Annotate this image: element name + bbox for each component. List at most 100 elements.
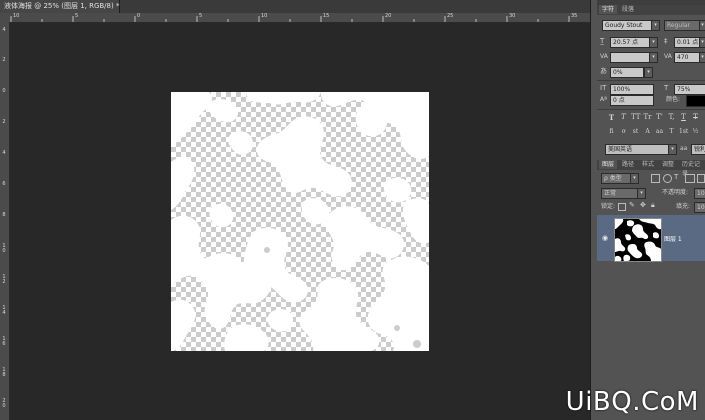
language-select[interactable]: 美国英语 bbox=[605, 144, 669, 155]
faux-italic-button[interactable]: T bbox=[619, 113, 628, 122]
superscript-button[interactable]: T' bbox=[655, 113, 664, 122]
document-tab-title: 液体海报 @ 25% (图层 1, RGB/8) * bbox=[4, 2, 120, 10]
chevron-down-icon[interactable]: ▾ bbox=[651, 20, 660, 31]
kerning-field[interactable] bbox=[610, 52, 650, 63]
fill-label: 填充: bbox=[676, 203, 691, 210]
ruler-tick-label: 1 8 bbox=[2, 367, 6, 378]
baseline-shift-field[interactable]: 0 点 bbox=[610, 95, 654, 106]
chevron-down-icon[interactable]: ▾ bbox=[644, 67, 653, 78]
chevron-down-icon[interactable]: ▾ bbox=[699, 52, 705, 63]
chevron-down-icon[interactable]: ▾ bbox=[668, 144, 677, 155]
layer-filter-select[interactable]: ρ 类型 bbox=[601, 173, 631, 184]
font-family-select[interactable]: Goudy Stout bbox=[602, 20, 654, 31]
ruler-origin[interactable] bbox=[0, 13, 9, 22]
document-tab[interactable]: 液体海报 @ 25% (图层 1, RGB/8) * × bbox=[0, 0, 131, 13]
font-size-icon: T̲ bbox=[600, 37, 605, 45]
antialias-select[interactable]: 锐利 bbox=[691, 144, 705, 155]
lock-move-icon[interactable]: ✥ bbox=[640, 201, 646, 210]
leading-icon: ‡ bbox=[664, 37, 668, 45]
stylistic-alternates-button[interactable]: aa bbox=[655, 127, 664, 136]
type-filter-icon[interactable]: T bbox=[674, 173, 678, 182]
ordinals-button[interactable]: 1st bbox=[679, 127, 688, 136]
layers-panel-tabs: 图层 路径 样式 调整 历史记录 bbox=[597, 160, 705, 177]
chevron-down-icon[interactable]: ▾ bbox=[649, 37, 658, 48]
ruler-tick-label: 4 bbox=[2, 27, 6, 33]
watermark-logo: UiBQ.CoM bbox=[565, 387, 699, 417]
vertical-scale-icon: IT bbox=[600, 84, 607, 92]
color-label: 颜色: bbox=[666, 96, 681, 103]
layer-name[interactable]: 图层 1 bbox=[664, 235, 682, 244]
ruler-tick-label: 1 4 bbox=[2, 305, 6, 316]
text-color-swatch[interactable] bbox=[686, 95, 705, 107]
ruler-tick-label: 2 0 bbox=[2, 398, 6, 409]
opacity-label: 不透明度: bbox=[662, 189, 689, 196]
lock-transparency-icon[interactable] bbox=[618, 203, 626, 211]
tab-adjustments[interactable]: 调整 bbox=[659, 160, 677, 169]
baseline-shift-icon: Aª bbox=[600, 96, 607, 103]
chevron-down-icon[interactable]: ▾ bbox=[699, 37, 705, 48]
divider bbox=[597, 109, 705, 110]
fractions-button[interactable]: ½ bbox=[691, 127, 700, 136]
old-style-button[interactable]: ơ bbox=[619, 127, 628, 136]
chevron-down-icon[interactable]: ▾ bbox=[630, 173, 639, 184]
ruler-tick-label: 0 bbox=[2, 88, 6, 94]
font-style-select[interactable]: Regular bbox=[664, 20, 702, 31]
antialias-icon: aa bbox=[680, 145, 688, 152]
font-size-field[interactable]: 20.57 点 bbox=[610, 37, 650, 48]
tracking-icon: VA bbox=[664, 53, 672, 60]
titling-alternates-button[interactable]: T bbox=[667, 127, 676, 136]
ruler-tick-label: 2 bbox=[2, 119, 6, 125]
small-caps-button[interactable]: Tr bbox=[643, 113, 652, 122]
tab-layers[interactable]: 图层 bbox=[599, 160, 618, 169]
vertical-ruler[interactable]: 4 2 0 2 4 6 8 1 0 1 2 1 4 1 6 1 8 2 0 bbox=[0, 22, 10, 420]
chevron-down-icon[interactable]: ▾ bbox=[649, 52, 658, 63]
adjustment-filter-icon[interactable] bbox=[663, 174, 672, 183]
layer-filter-kind: 类型 bbox=[609, 175, 622, 182]
tab-history[interactable]: 历史记录 bbox=[679, 160, 705, 177]
swash-button[interactable]: A bbox=[643, 127, 652, 136]
ruler-tick-label: 2 bbox=[2, 57, 6, 63]
faux-bold-button[interactable]: T bbox=[607, 113, 616, 122]
chevron-down-icon[interactable]: ▾ bbox=[637, 188, 646, 199]
vertical-scale-field[interactable]: 100% bbox=[610, 84, 654, 95]
discretionary-ligatures-button[interactable]: st bbox=[631, 127, 640, 136]
shape-filter-icon[interactable] bbox=[685, 174, 695, 183]
ruler-tick-label: 4 bbox=[2, 150, 6, 156]
layer-thumbnail[interactable] bbox=[614, 218, 662, 262]
image-filter-icon[interactable] bbox=[651, 174, 660, 183]
underline-button[interactable]: T bbox=[679, 113, 688, 122]
ruler-tick-label: 1 2 bbox=[2, 274, 6, 285]
leading-field[interactable]: 0.01 点 bbox=[674, 37, 702, 48]
ruler-ticks bbox=[10, 16, 570, 22]
layer-thumbnail-preview bbox=[615, 219, 661, 261]
opacity-field[interactable]: 100 bbox=[694, 188, 705, 199]
smart-object-filter-icon[interactable] bbox=[697, 174, 705, 183]
document-canvas[interactable] bbox=[171, 92, 429, 351]
eye-icon[interactable]: ◉ bbox=[602, 234, 608, 243]
ruler-tick-label: 6 bbox=[2, 181, 6, 187]
ruler-tick-label: 1 0 bbox=[2, 243, 6, 254]
all-caps-button[interactable]: TT bbox=[631, 113, 640, 122]
horizontal-scale-icon: T bbox=[664, 84, 669, 92]
fill-field[interactable]: 100 bbox=[694, 202, 705, 213]
tsume-field[interactable]: 0% bbox=[610, 67, 644, 78]
tab-strip bbox=[120, 0, 590, 13]
subscript-button[interactable]: T, bbox=[667, 113, 676, 122]
liquid-blobs bbox=[171, 92, 429, 351]
chevron-down-icon[interactable]: ▾ bbox=[699, 20, 705, 31]
character-panel-tabs: 字符 段落 bbox=[597, 5, 705, 15]
lock-label: 锁定: bbox=[601, 203, 616, 210]
horizontal-ruler[interactable]: 10 5 0 5 10 15 20 25 30 35 bbox=[9, 13, 590, 23]
strikethrough-button[interactable]: T bbox=[691, 113, 700, 122]
ligatures-button[interactable]: fi bbox=[607, 127, 616, 136]
tab-character[interactable]: 字符 bbox=[599, 5, 618, 14]
lock-all-icon[interactable]: 🔒︎ bbox=[651, 201, 655, 210]
tab-paths[interactable]: 路径 bbox=[619, 160, 637, 169]
tracking-field[interactable]: 470 bbox=[674, 52, 702, 63]
tab-paragraph[interactable]: 段落 bbox=[619, 5, 637, 14]
tsume-icon: あ bbox=[600, 67, 607, 75]
horizontal-scale-field[interactable]: 75% bbox=[674, 84, 705, 95]
lock-paint-icon[interactable]: ✎ bbox=[629, 201, 635, 210]
blend-mode-select[interactable]: 正常 bbox=[601, 188, 639, 199]
tab-styles[interactable]: 样式 bbox=[639, 160, 657, 169]
